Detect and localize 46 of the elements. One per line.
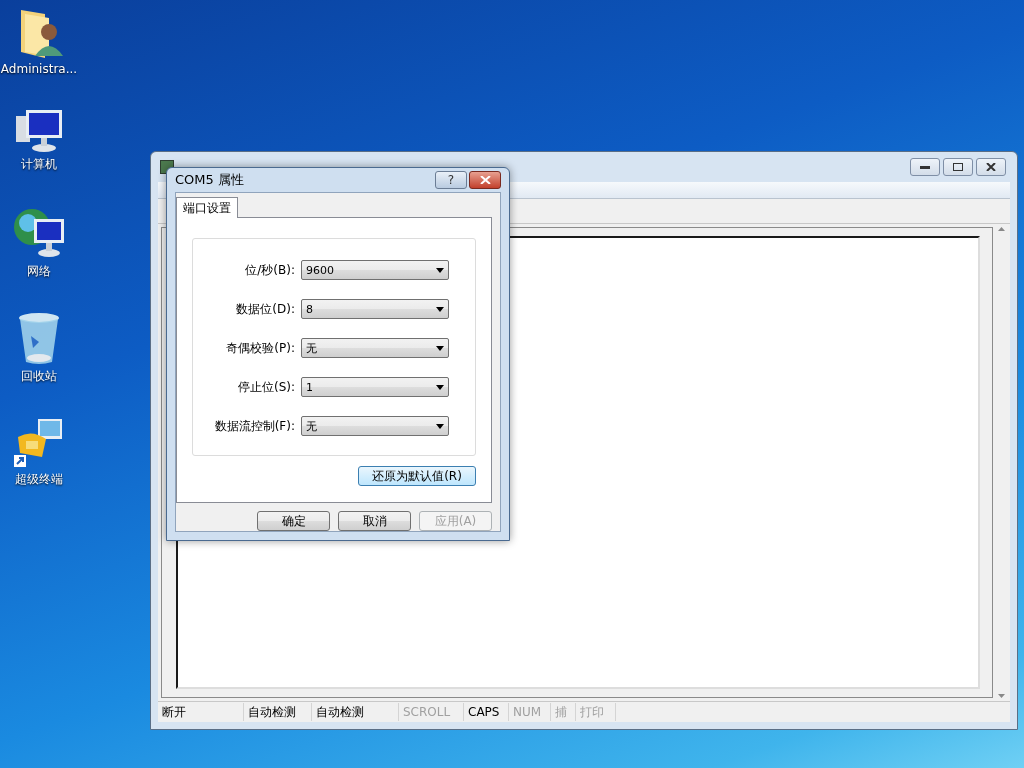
- scroll-down-icon[interactable]: [998, 694, 1005, 698]
- dialog-button[interactable]: 确定: [257, 511, 330, 531]
- dialog-title: COM5 属性: [175, 171, 244, 189]
- minimize-icon: [920, 165, 930, 169]
- desktop-icon-label[interactable]: 超级终端: [15, 471, 63, 488]
- close-button[interactable]: [976, 158, 1006, 176]
- close-icon: [479, 176, 491, 184]
- dropdown-arrow-icon: [436, 423, 444, 429]
- computer-icon[interactable]: [14, 108, 64, 154]
- maximize-icon: [953, 163, 963, 171]
- close-button[interactable]: [469, 171, 501, 189]
- desktop-icon-label[interactable]: 网络: [27, 263, 51, 280]
- status-text: 断开: [158, 703, 244, 721]
- dropdown-arrow-icon: [436, 267, 444, 273]
- status-text: SCROLL: [399, 703, 464, 721]
- dropdown-arrow-icon: [436, 345, 444, 351]
- status-text: 打印: [576, 703, 616, 721]
- dropdown-arrow-icon: [436, 384, 444, 390]
- desktop-icon-label[interactable]: Administra...: [0, 62, 78, 76]
- status-text: 捕: [551, 703, 576, 721]
- dropdown[interactable]: 1: [301, 377, 449, 397]
- status-text: CAPS: [464, 703, 509, 721]
- minimize-button[interactable]: [910, 158, 940, 176]
- maximize-button[interactable]: [943, 158, 973, 176]
- field-label: 位/秒(B):: [244, 261, 295, 279]
- field-label: 奇偶校验(P):: [225, 339, 295, 357]
- help-button[interactable]: ?: [435, 171, 467, 189]
- restore-defaults-button[interactable]: 还原为默认值(R): [358, 466, 476, 486]
- tab[interactable]: 端口设置: [176, 197, 238, 218]
- desktop-icon-label[interactable]: 回收站: [21, 368, 57, 385]
- dropdown[interactable]: 9600: [301, 260, 449, 280]
- dropdown-arrow-icon: [436, 306, 444, 312]
- dropdown[interactable]: 8: [301, 299, 449, 319]
- recycle-bin-icon[interactable]: [17, 312, 61, 366]
- dropdown[interactable]: 无: [301, 338, 449, 358]
- status-text: 自动检测: [244, 703, 312, 721]
- close-icon: [986, 163, 996, 171]
- dialog-button[interactable]: 取消: [338, 511, 411, 531]
- field-label: 数据流控制(F):: [213, 417, 295, 435]
- field-label: 停止位(S):: [236, 378, 295, 396]
- scroll-up-icon[interactable]: [998, 227, 1005, 231]
- desktop-icon-label[interactable]: 计算机: [21, 156, 57, 173]
- status-text: 自动检测: [312, 703, 399, 721]
- field-label: 数据位(D):: [235, 300, 295, 318]
- status-text: NUM: [509, 703, 551, 721]
- dropdown[interactable]: 无: [301, 416, 449, 436]
